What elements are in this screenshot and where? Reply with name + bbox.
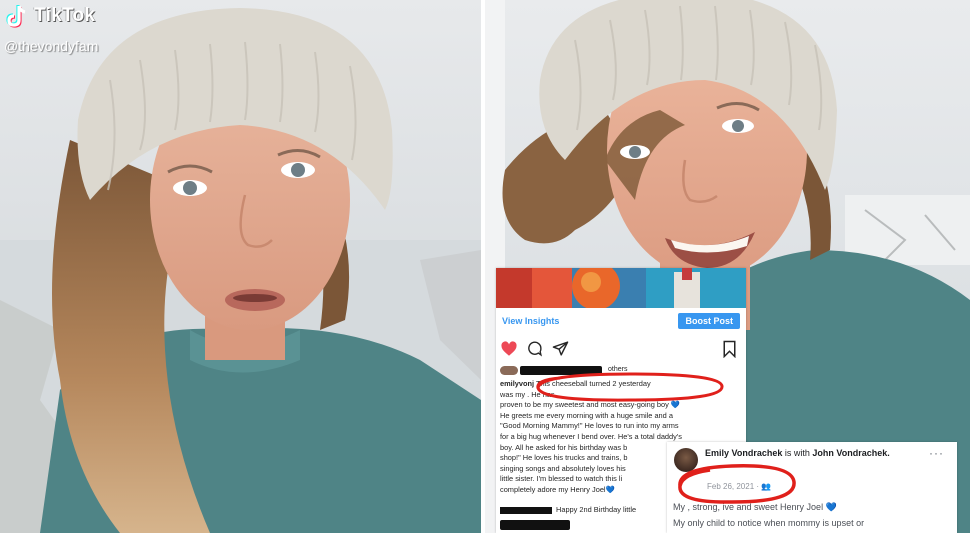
caption-line: proven to be my sweetest and most easy-g… (500, 400, 681, 410)
caption-line: for a big hug whenever I bend over. He's… (500, 431, 682, 441)
caption-username[interactable]: emilyvonj (500, 379, 534, 388)
redacted-names (520, 366, 602, 375)
heart-icon[interactable] (500, 340, 518, 358)
avatar[interactable] (674, 448, 698, 472)
view-insights-link[interactable]: View Insights (502, 316, 559, 326)
tiktok-username: @thevondyfam (4, 38, 99, 54)
facebook-post-date[interactable]: Feb 26, 2021 · 👥 (707, 482, 771, 491)
facebook-post-text-line: My only child to notice when mommy is up… (673, 518, 865, 528)
comment-text: Happy 2nd Birthday little (556, 505, 637, 514)
facebook-with-text: is with (784, 448, 810, 458)
video-frame-left: TikTok @thevondyfam (0, 0, 481, 533)
facebook-post-header: Emily Vondrachek is with John Vondrachek… (705, 448, 935, 459)
facebook-author-name[interactable]: Emily Vondrachek (705, 448, 782, 458)
instagram-insights-bar: View Insights Boost Post (496, 308, 746, 334)
caption-line: He greets me every morning with a huge s… (500, 410, 673, 420)
liked-by-others: others (608, 366, 628, 373)
share-icon[interactable] (552, 340, 569, 357)
caption-first-line: emilyvonj This cheeseball turned 2 yeste… (500, 379, 736, 390)
boost-post-button[interactable]: Boost Post (678, 313, 740, 329)
bookmark-icon[interactable] (722, 340, 737, 358)
liked-by-line: others (500, 365, 742, 377)
tiktok-logo: TikTok (4, 3, 95, 29)
redacted-commenter (500, 506, 552, 514)
more-options-icon[interactable]: ··· (929, 446, 944, 460)
redacted-bottom-name (500, 520, 570, 530)
instagram-post-photo (496, 268, 746, 308)
caption-highlighted-text: This cheeseball turned 2 yesterday (536, 379, 651, 388)
caption-line: was my . He has (500, 389, 555, 399)
comment-icon[interactable] (526, 340, 543, 357)
facebook-tagged-name[interactable]: John Vondrachek. (812, 448, 889, 458)
caption-line: "Good Morning Mammy!" He loves to run in… (500, 421, 679, 431)
facebook-post-screenshot: Emily Vondrachek is with John Vondrachek… (667, 442, 957, 533)
woman-portrait-left (0, 8, 481, 533)
tiktok-note-icon (6, 5, 26, 28)
tiktok-brand-label: TikTok (34, 5, 96, 26)
instagram-action-row (500, 340, 742, 360)
liked-by-avatars (500, 366, 518, 375)
facebook-post-text-line: My , strong, ive and sweet Henry Joel 💙 (673, 502, 837, 512)
